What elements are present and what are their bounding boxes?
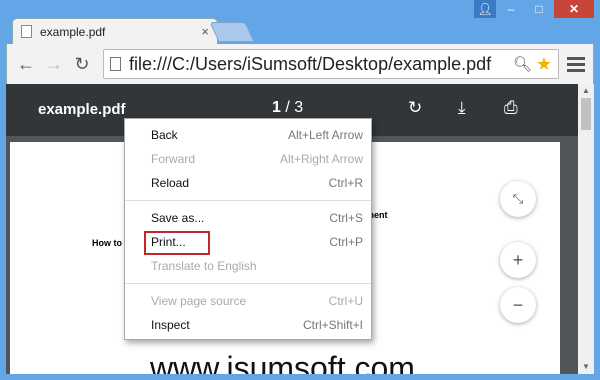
window-controls: 👤︎ – □ ✕ <box>474 0 594 18</box>
menu-item-label: Back <box>151 128 178 142</box>
back-arrow-icon[interactable]: ← <box>15 53 37 75</box>
menu-item-view-page-source[interactable]: View page source Ctrl+U <box>125 289 371 313</box>
menu-item-label: Forward <box>151 152 196 166</box>
page-watermark-text: www.isumsoft.com <box>150 350 415 374</box>
fit-page-icon: ⤡ <box>512 191 524 206</box>
zoom-in-button[interactable]: + <box>500 242 536 278</box>
scroll-down-icon[interactable]: ▼ <box>578 360 594 374</box>
menu-item-save-as[interactable]: Save as... Ctrl+S <box>125 206 371 230</box>
document-icon <box>21 25 32 38</box>
close-window-button[interactable]: ✕ <box>554 0 594 18</box>
browser-window: 👤︎ – □ ✕ example.pdf × ← → ↻ file:///C:/… <box>0 0 600 380</box>
page-separator: / <box>285 99 290 116</box>
menu-item-forward[interactable]: Forward Alt+Right Arrow <box>125 147 371 171</box>
page-icon <box>110 57 121 71</box>
zoom-icon[interactable]: 🔍︎ <box>513 55 532 73</box>
print-highlight-box <box>144 231 210 255</box>
menu-separator <box>125 200 371 201</box>
menu-item-label: View page source <box>151 294 247 308</box>
menu-item-shortcut: Ctrl+U <box>328 294 363 308</box>
page-indicator: 1 / 3 <box>272 99 303 117</box>
maximize-button[interactable]: □ <box>526 0 552 18</box>
current-page[interactable]: 1 <box>272 99 281 116</box>
bookmark-star-icon[interactable]: ★ <box>536 54 552 75</box>
print-icon[interactable]: ⎙ <box>504 98 518 118</box>
download-icon[interactable]: ⤓ <box>458 98 466 118</box>
url-text[interactable]: file:///C:/Users/iSumsoft/Desktop/exampl… <box>129 54 509 75</box>
menu-item-shortcut: Ctrl+R <box>328 176 363 190</box>
menu-item-label: Reload <box>151 176 190 190</box>
zoom-out-button[interactable]: − <box>500 287 536 323</box>
pdf-title: example.pdf <box>38 101 126 118</box>
menu-item-label: Inspect <box>151 318 190 332</box>
menu-item-shortcut: Ctrl+Shift+I <box>302 318 363 332</box>
menu-item-shortcut: Alt+Left Arrow <box>287 128 363 142</box>
user-icon[interactable]: 👤︎ <box>474 0 496 18</box>
address-bar[interactable]: file:///C:/Users/iSumsoft/Desktop/exampl… <box>103 49 559 79</box>
page-text-howto: How to <box>92 238 122 248</box>
chrome-menu-icon[interactable] <box>567 56 585 72</box>
menu-item-back[interactable]: Back Alt+Left Arrow <box>125 123 371 147</box>
rotate-icon[interactable]: ↻ <box>408 98 422 118</box>
tab-title: example.pdf <box>40 24 106 39</box>
tab-example-pdf[interactable]: example.pdf × <box>12 18 218 44</box>
menu-item-inspect[interactable]: Inspect Ctrl+Shift+I <box>125 313 371 337</box>
scroll-up-icon[interactable]: ▲ <box>578 84 594 98</box>
fit-to-page-button[interactable]: ⤡ <box>500 181 536 217</box>
browser-toolbar: ← → ↻ file:///C:/Users/iSumsoft/Desktop/… <box>6 44 594 84</box>
scroll-thumb[interactable] <box>581 98 591 130</box>
reload-icon[interactable]: ↻ <box>71 53 93 75</box>
total-pages: 3 <box>294 99 304 116</box>
menu-item-shortcut: Alt+Right Arrow <box>279 152 363 166</box>
menu-item-reload[interactable]: Reload Ctrl+R <box>125 171 371 195</box>
menu-item-label: Save as... <box>151 211 205 225</box>
context-menu: Back Alt+Left Arrow Forward Alt+Right Arrow… <box>124 118 372 340</box>
menu-item-label: Translate to English <box>151 259 257 273</box>
minus-icon: − <box>512 294 524 315</box>
menu-separator <box>125 283 371 284</box>
forward-arrow-icon[interactable]: → <box>43 53 65 75</box>
menu-item-translate-to-english[interactable]: Translate to English <box>125 254 371 278</box>
tab-close-icon[interactable]: × <box>201 24 209 39</box>
plus-icon: + <box>512 249 524 270</box>
vertical-scrollbar[interactable]: ▲ ▼ <box>578 84 594 374</box>
minimize-button[interactable]: – <box>498 0 524 18</box>
menu-item-shortcut: Ctrl+S <box>329 211 363 225</box>
menu-item-shortcut: Ctrl+P <box>329 235 363 249</box>
